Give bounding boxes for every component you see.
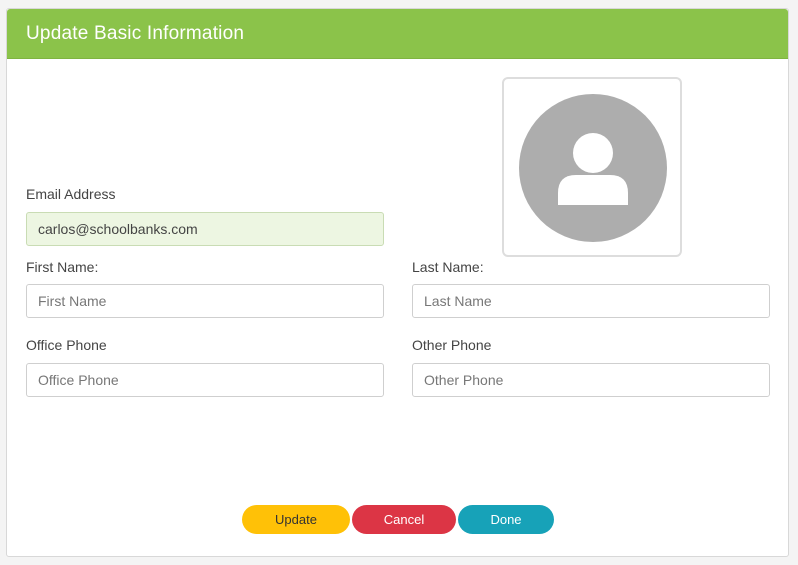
office-phone-label: Office Phone — [26, 337, 107, 353]
dialog-title: Update Basic Information — [26, 23, 245, 44]
last-name-field[interactable] — [412, 284, 770, 318]
user-silhouette-icon — [558, 133, 628, 205]
other-phone-label: Other Phone — [412, 337, 492, 353]
avatar-frame[interactable] — [502, 77, 682, 257]
dialog-header: Update Basic Information — [7, 9, 788, 59]
first-name-label: First Name: — [26, 259, 99, 275]
first-name-field[interactable] — [26, 284, 384, 318]
email-label: Email Address — [26, 186, 116, 202]
user-avatar-placeholder-icon — [519, 94, 667, 242]
cancel-button[interactable]: Cancel — [352, 505, 456, 534]
last-name-label: Last Name: — [412, 259, 484, 275]
update-info-dialog: Update Basic Information Email Address F… — [6, 8, 789, 557]
done-button[interactable]: Done — [458, 505, 554, 534]
update-button[interactable]: Update — [242, 505, 350, 534]
other-phone-field[interactable] — [412, 363, 770, 397]
email-field[interactable] — [26, 212, 384, 246]
office-phone-field[interactable] — [26, 363, 384, 397]
